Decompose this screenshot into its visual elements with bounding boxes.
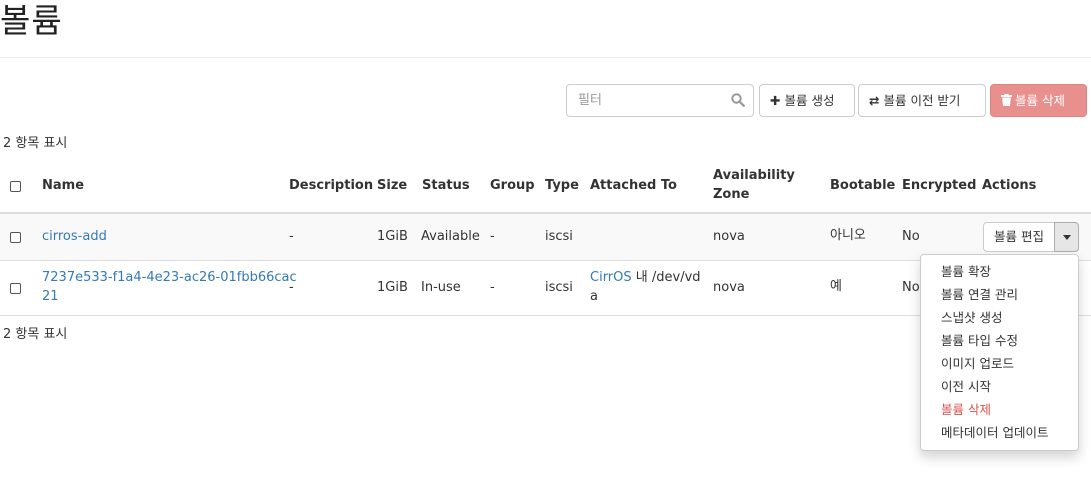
- plus-icon: ✚: [770, 93, 781, 108]
- header-encrypted[interactable]: Encrypted: [902, 176, 976, 195]
- menu-item-upload-image[interactable]: 이미지 업로드: [921, 352, 1078, 375]
- volume-zone: nova: [713, 229, 745, 244]
- create-volume-label: 볼륨 생성: [784, 93, 835, 108]
- volume-bootable: 아니오: [830, 228, 866, 243]
- delete-volumes-button[interactable]: 볼륨 삭제: [990, 84, 1087, 117]
- row-checkbox[interactable]: [10, 283, 21, 294]
- menu-item-update-metadata[interactable]: 메타데이터 업데이트: [921, 421, 1078, 444]
- page-title: 볼륨: [0, 1, 63, 40]
- volume-status: In-use: [421, 280, 461, 295]
- volume-encrypted: No: [902, 229, 920, 244]
- menu-item-change-volume-type[interactable]: 볼륨 타입 수정: [921, 329, 1078, 352]
- volume-description: -: [289, 229, 294, 244]
- volume-encrypted: No: [902, 280, 920, 295]
- filter-field[interactable]: [566, 84, 754, 117]
- actions-dropdown-menu: 볼륨 확장 볼륨 연결 관리 스냅샷 생성 볼륨 타입 수정 이미지 업로드 이…: [920, 254, 1079, 451]
- volume-name-line2: 21: [42, 289, 59, 304]
- title-divider: [0, 57, 1091, 58]
- header-availability-line1: Availability: [713, 168, 795, 183]
- volume-attached-to: CirrOS 내 /dev/vd a: [590, 268, 701, 306]
- header-availability-zone[interactable]: Availability Zone: [713, 166, 795, 204]
- row-checkbox[interactable]: [10, 232, 21, 243]
- edit-volume-button[interactable]: 볼륨 편집: [983, 222, 1055, 252]
- menu-item-create-snapshot[interactable]: 스냅샷 생성: [921, 306, 1078, 329]
- volume-zone: nova: [713, 280, 745, 295]
- volume-size: 1GiB: [377, 280, 408, 295]
- search-icon[interactable]: [731, 93, 745, 107]
- volume-size: 1GiB: [377, 229, 408, 244]
- header-size[interactable]: Size: [377, 176, 407, 195]
- filter-input[interactable]: [567, 85, 717, 116]
- header-group[interactable]: Group: [490, 176, 535, 195]
- volume-name-link[interactable]: cirros-add: [42, 227, 107, 246]
- header-description[interactable]: Description: [289, 176, 373, 195]
- volume-status: Available: [421, 229, 480, 244]
- accept-transfer-label: 볼륨 이전 받기: [883, 93, 961, 108]
- menu-item-manage-attachments[interactable]: 볼륨 연결 관리: [921, 283, 1078, 306]
- items-count-bottom: 2 항목 표시: [3, 327, 68, 342]
- header-status[interactable]: Status: [422, 176, 470, 195]
- volume-group: -: [490, 229, 495, 244]
- attached-device: 내 /dev/vd: [631, 270, 701, 285]
- header-availability-line2: Zone: [713, 187, 750, 202]
- volume-description: -: [289, 280, 294, 295]
- items-count-top: 2 항목 표시: [3, 136, 68, 151]
- header-attached-to[interactable]: Attached To: [590, 176, 677, 195]
- header-bootable[interactable]: Bootable: [830, 176, 895, 195]
- attached-device-cont: a: [590, 289, 598, 304]
- row-actions: 볼륨 편집: [983, 222, 1079, 252]
- accept-transfer-button[interactable]: ⇄ 볼륨 이전 받기: [858, 84, 986, 117]
- volume-type: iscsi: [545, 280, 573, 295]
- volume-group: -: [490, 280, 495, 295]
- caret-down-icon: [1063, 235, 1071, 240]
- attached-instance-link[interactable]: CirrOS: [590, 270, 632, 285]
- volume-name-line1: 7237e533-f1a4-4e23-ac26-01fbb66cac: [42, 270, 297, 285]
- menu-item-create-transfer[interactable]: 이전 시작: [921, 375, 1078, 398]
- header-actions: Actions: [982, 178, 1037, 193]
- select-all-checkbox[interactable]: [10, 181, 21, 192]
- volume-bootable: 예: [830, 279, 842, 294]
- volume-type: iscsi: [545, 229, 573, 244]
- trash-icon: [1001, 94, 1012, 106]
- menu-item-extend-volume[interactable]: 볼륨 확장: [921, 260, 1078, 283]
- volume-name-link[interactable]: 7237e533-f1a4-4e23-ac26-01fbb66cac 21: [42, 268, 297, 306]
- header-type[interactable]: Type: [545, 176, 579, 195]
- exchange-icon: ⇄: [869, 93, 880, 108]
- menu-item-delete-volume[interactable]: 볼륨 삭제: [921, 398, 1078, 421]
- create-volume-button[interactable]: ✚ 볼륨 생성: [759, 84, 855, 117]
- delete-volumes-label: 볼륨 삭제: [1015, 93, 1065, 108]
- header-name[interactable]: Name: [42, 176, 84, 195]
- actions-dropdown-toggle[interactable]: [1054, 222, 1079, 252]
